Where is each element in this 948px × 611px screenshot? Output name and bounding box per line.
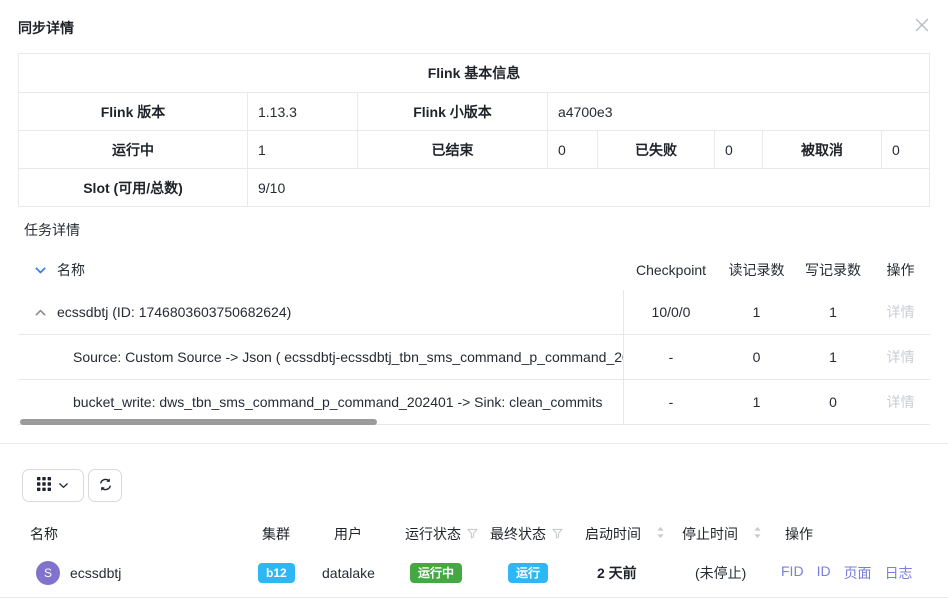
task-checkpoint: -: [624, 349, 718, 365]
fid-link[interactable]: FID: [781, 563, 804, 583]
id-link[interactable]: ID: [817, 563, 831, 583]
task-write: 1: [795, 304, 871, 320]
col-action: 操作: [785, 524, 813, 544]
task-name: Source: Custom Source -> Json ( ecssdbtj…: [73, 349, 623, 365]
avatar: S: [36, 561, 60, 585]
start-time: 2 天前: [597, 563, 637, 583]
cluster-tag: b12: [258, 563, 295, 583]
col-cluster: 集群: [262, 524, 290, 544]
running-label: 运行中: [19, 131, 248, 169]
stop-time: (未停止): [695, 563, 746, 583]
flink-minor-version-label: Flink 小版本: [358, 93, 548, 131]
task-checkpoint: 10/0/0: [624, 304, 718, 320]
job-row: S ecssdbtj b12 datalake 运行中 运行 2 天前 (未停止…: [0, 549, 948, 598]
chevron-down-icon[interactable]: [34, 264, 47, 277]
detail-link[interactable]: 详情: [887, 349, 915, 365]
task-name: ecssdbtj (ID: 1746803603750682624): [57, 304, 291, 320]
toolbar: [22, 469, 122, 502]
failed-value: 0: [715, 131, 763, 169]
task-row-parent: ecssdbtj (ID: 1746803603750682624) 10/0/…: [18, 290, 930, 335]
slot-value: 9/10: [248, 169, 930, 207]
page-link[interactable]: 页面: [844, 563, 872, 583]
task-name: bucket_write: dws_tbn_sms_command_p_comm…: [73, 394, 603, 410]
job-table-header: 名称 集群 用户 运行状态 最终状态 启动时间 停止时间 操作: [0, 520, 948, 550]
flink-minor-version-value: a4700e3: [548, 93, 930, 131]
canceled-label: 被取消: [763, 131, 882, 169]
horizontal-scrollbar-thumb[interactable]: [20, 419, 377, 425]
flink-version-value: 1.13.3: [248, 93, 358, 131]
detail-link[interactable]: 详情: [887, 394, 915, 410]
canceled-value: 0: [882, 131, 930, 169]
finished-label: 已结束: [358, 131, 548, 169]
filter-icon[interactable]: [552, 526, 563, 542]
detail-link[interactable]: 详情: [887, 304, 915, 320]
sorter-icon[interactable]: [753, 526, 762, 542]
job-user: datalake: [322, 565, 375, 581]
running-value: 1: [248, 131, 358, 169]
col-stop-time[interactable]: 停止时间: [682, 524, 762, 544]
col-final-status[interactable]: 最终状态: [490, 524, 563, 544]
col-name: 名称: [30, 524, 58, 544]
flink-info-header: Flink 基本信息: [19, 54, 930, 93]
task-table-header: 名称 Checkpoint 读记录数 写记录数 操作: [18, 250, 930, 290]
task-read: 0: [718, 349, 795, 365]
divider: [0, 443, 948, 444]
filter-icon[interactable]: [467, 526, 478, 542]
task-section-title: 任务详情: [24, 220, 80, 240]
grid-icon: [37, 477, 51, 494]
task-row-source: Source: Custom Source -> Json ( ecssdbtj…: [18, 335, 930, 380]
run-status-badge: 运行中: [410, 563, 462, 583]
col-read-records: 读记录数: [718, 260, 795, 280]
task-read: 1: [718, 304, 795, 320]
col-user: 用户: [334, 524, 362, 544]
task-read: 1: [718, 394, 795, 410]
col-start-time[interactable]: 启动时间: [585, 524, 665, 544]
log-link[interactable]: 日志: [885, 563, 913, 583]
task-write: 1: [795, 349, 871, 365]
col-run-status[interactable]: 运行状态: [405, 524, 478, 544]
final-status-badge: 运行: [508, 563, 548, 583]
flink-version-label: Flink 版本: [19, 93, 248, 131]
task-write: 0: [795, 394, 871, 410]
chevron-down-icon: [58, 478, 69, 494]
col-write-records: 写记录数: [795, 260, 871, 280]
col-checkpoint: Checkpoint: [624, 262, 718, 278]
job-name: ecssdbtj: [70, 565, 121, 581]
column-settings-button[interactable]: [22, 469, 84, 502]
flink-info-table: Flink 基本信息 Flink 版本 1.13.3 Flink 小版本 a47…: [18, 53, 930, 207]
finished-value: 0: [548, 131, 598, 169]
slot-label: Slot (可用/总数): [19, 169, 248, 207]
task-table: 名称 Checkpoint 读记录数 写记录数 操作 ecssdbtj (ID:…: [18, 250, 930, 425]
task-checkpoint: -: [624, 394, 718, 410]
refresh-button[interactable]: [88, 469, 122, 502]
col-name: 名称: [57, 260, 85, 280]
refresh-icon: [98, 477, 113, 495]
sorter-icon[interactable]: [656, 526, 665, 542]
chevron-up-icon[interactable]: [34, 306, 47, 319]
col-action: 操作: [871, 260, 930, 280]
close-icon[interactable]: [913, 16, 931, 34]
dialog-title: 同步详情: [18, 18, 74, 38]
failed-label: 已失败: [598, 131, 715, 169]
row-actions: FID ID 页面 日志: [781, 563, 913, 583]
